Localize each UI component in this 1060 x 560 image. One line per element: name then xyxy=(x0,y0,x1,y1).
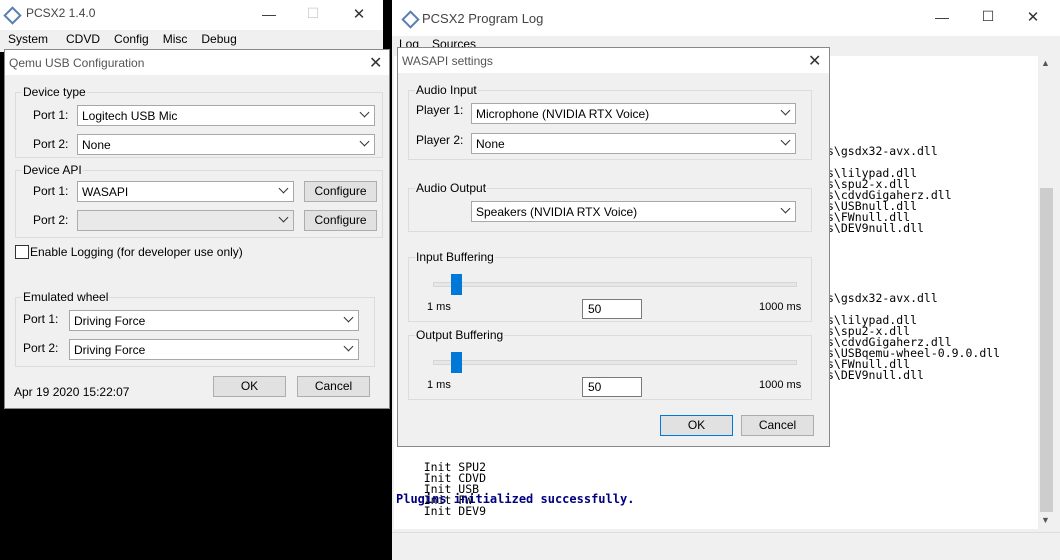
output-buffering-min: 1 ms xyxy=(427,379,451,391)
log-scrollbar[interactable]: ▲ ▼ xyxy=(1038,56,1055,529)
chevron-down-icon xyxy=(359,136,370,147)
wasapi-settings-dialog: WASAPI settings ✕ Audio Input Player 1: … xyxy=(397,47,830,447)
log-minimize-icon[interactable]: — xyxy=(919,9,965,25)
configure-port1-button[interactable]: Configure xyxy=(304,181,377,202)
output-buffering-value[interactable]: 50 xyxy=(582,377,642,397)
output-buffering-group: Output Buffering 1 ms 50 1000 ms xyxy=(408,328,812,400)
audio-output-select[interactable]: Speakers (NVIDIA RTX Voice) xyxy=(471,201,796,222)
output-buffering-max: 1000 ms xyxy=(759,379,802,391)
menu-debug[interactable]: Debug xyxy=(201,32,236,46)
output-buffering-title: Output Buffering xyxy=(415,328,505,342)
chevron-down-icon xyxy=(343,312,354,323)
log-maximize-icon[interactable]: ☐ xyxy=(965,8,1011,25)
audio-input-title: Audio Input xyxy=(415,83,478,97)
log-block-c: Init SPU2 Init CDVD Init USB Init FW Ini… xyxy=(396,460,487,518)
log-close-icon[interactable]: ✕ xyxy=(1010,8,1056,26)
log-statusbar xyxy=(392,532,1060,560)
device-api-port2-label: Port 2: xyxy=(33,213,69,227)
log-block-a: s\gsdx32-avx.dll s\lilypad.dll s\spu2-x.d… xyxy=(827,144,952,235)
log-logo-icon xyxy=(401,10,420,29)
wheel-port1-select[interactable]: Driving Force xyxy=(69,310,359,331)
qemu-close-icon[interactable]: ✕ xyxy=(369,53,382,73)
close-icon[interactable]: ✕ xyxy=(336,5,382,23)
configure-port2-button[interactable]: Configure xyxy=(304,210,377,231)
pcsx2-logo-icon xyxy=(3,6,22,25)
pcsx2-titlebar[interactable]: PCSX2 1.4.0 — ☐ ✕ xyxy=(0,0,383,30)
pcsx2-menubar: System CDVD Config Misc Debug xyxy=(8,32,251,46)
wasapi-close-icon[interactable]: ✕ xyxy=(808,51,821,71)
qemu-ok-button[interactable]: OK xyxy=(213,376,286,397)
device-api-port1-select[interactable]: WASAPI xyxy=(77,181,294,202)
log-titlebar[interactable]: PCSX2 Program Log — ☐ ✕ xyxy=(392,0,1060,36)
output-buffering-slider-thumb[interactable] xyxy=(451,352,462,373)
device-type-group: Device type Port 1: Logitech USB Mic Por… xyxy=(15,85,383,158)
chevron-down-icon xyxy=(780,105,791,116)
device-type-port2-label: Port 2: xyxy=(33,137,69,151)
player2-label: Player 2: xyxy=(416,133,464,147)
input-buffering-min: 1 ms xyxy=(427,301,451,313)
wasapi-ok-button[interactable]: OK xyxy=(660,415,733,436)
player1-select[interactable]: Microphone (NVIDIA RTX Voice) xyxy=(471,103,796,124)
chevron-down-icon xyxy=(343,341,354,352)
pcsx2-title: PCSX2 1.4.0 xyxy=(26,6,96,20)
pcsx2-main-window: PCSX2 1.4.0 — ☐ ✕ System CDVD Config Misc De… xyxy=(0,0,383,52)
qemu-cancel-button[interactable]: Cancel xyxy=(297,376,370,397)
emulated-wheel-group: Emulated wheel Port 1: Driving Force Por… xyxy=(15,290,375,367)
device-type-port1-select[interactable]: Logitech USB Mic xyxy=(77,105,375,126)
output-buffering-track[interactable] xyxy=(433,360,797,365)
input-buffering-track[interactable] xyxy=(433,282,797,287)
qemu-title: Qemu USB Configuration xyxy=(9,56,145,70)
log-success-line: Plugins initialized successfully. xyxy=(396,492,635,506)
wasapi-titlebar[interactable]: WASAPI settings ✕ xyxy=(398,48,829,73)
audio-output-title: Audio Output xyxy=(415,181,488,195)
audio-input-group: Audio Input Player 1: Microphone (NVIDIA… xyxy=(408,83,812,160)
device-type-port1-label: Port 1: xyxy=(33,108,69,122)
chevron-down-icon xyxy=(780,203,791,214)
minimize-icon[interactable]: — xyxy=(246,6,292,22)
wasapi-cancel-button[interactable]: Cancel xyxy=(741,415,814,436)
menu-cdvd[interactable]: CDVD xyxy=(66,32,100,46)
chevron-down-icon xyxy=(780,135,791,146)
scroll-down-icon[interactable]: ▼ xyxy=(1041,515,1050,525)
qemu-titlebar[interactable]: Qemu USB Configuration ✕ xyxy=(5,50,389,75)
input-buffering-title: Input Buffering xyxy=(415,250,495,264)
chevron-down-icon xyxy=(278,183,289,194)
device-api-group: Device API Port 1: WASAPI Configure Port… xyxy=(15,163,383,238)
player2-select[interactable]: None xyxy=(471,133,796,154)
scroll-up-icon[interactable]: ▲ xyxy=(1041,58,1050,68)
wasapi-title: WASAPI settings xyxy=(402,54,493,68)
device-api-title: Device API xyxy=(22,163,83,177)
input-buffering-max: 1000 ms xyxy=(759,301,802,313)
build-date: Apr 19 2020 15:22:07 xyxy=(14,385,130,399)
chevron-down-icon xyxy=(278,212,289,223)
wheel-port2-label: Port 2: xyxy=(23,341,59,355)
emulated-wheel-title: Emulated wheel xyxy=(22,290,110,304)
menu-misc[interactable]: Misc xyxy=(163,32,188,46)
device-type-title: Device type xyxy=(22,85,87,99)
scroll-thumb[interactable] xyxy=(1040,188,1053,512)
input-buffering-group: Input Buffering 1 ms 50 1000 ms xyxy=(408,250,812,322)
menu-system[interactable]: System xyxy=(8,32,48,46)
log-block-b: s\gsdx32-avx.dll s\lilypad.dll s\spu2-x.d… xyxy=(827,291,1001,382)
chevron-down-icon xyxy=(359,107,370,118)
audio-output-group: Audio Output Speakers (NVIDIA RTX Voice) xyxy=(408,181,812,232)
device-api-port2-select[interactable] xyxy=(77,210,294,231)
input-buffering-slider-thumb[interactable] xyxy=(451,274,462,295)
enable-logging-label[interactable]: Enable Logging (for developer use only) xyxy=(30,245,243,259)
player1-label: Player 1: xyxy=(416,103,464,117)
device-type-port2-select[interactable]: None xyxy=(77,134,375,155)
input-buffering-value[interactable]: 50 xyxy=(582,299,642,319)
qemu-usb-config-dialog: Qemu USB Configuration ✕ Device type Por… xyxy=(4,49,390,409)
menu-config[interactable]: Config xyxy=(114,32,149,46)
log-title: PCSX2 Program Log xyxy=(422,11,544,26)
device-api-port1-label: Port 1: xyxy=(33,184,69,198)
maximize-icon[interactable]: ☐ xyxy=(290,5,336,22)
enable-logging-checkbox[interactable] xyxy=(15,245,29,259)
wheel-port2-select[interactable]: Driving Force xyxy=(69,339,359,360)
wheel-port1-label: Port 1: xyxy=(23,312,59,326)
